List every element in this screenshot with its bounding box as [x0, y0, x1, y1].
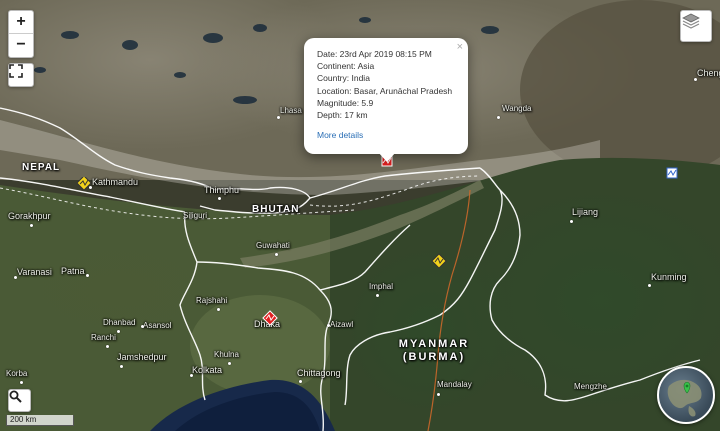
city-label-khulna: Khulna — [214, 350, 239, 359]
city-dot-rajshahi — [217, 308, 220, 311]
scale-bar: 200 km — [6, 415, 74, 426]
city-dot-patna — [86, 274, 89, 277]
popup-close-button[interactable]: × — [457, 41, 463, 53]
city-label-korba: Korba — [6, 369, 28, 378]
search-button[interactable] — [8, 389, 31, 412]
city-label-asansol: Asansol — [143, 321, 172, 330]
city-label-cheng: Cheng — [697, 68, 720, 78]
city-label-mengzhe: Mengzhe — [574, 382, 607, 391]
country-label-bhutan: BHUTAN — [252, 204, 300, 215]
city-label-varanasi: Varanasi — [17, 267, 52, 277]
city-dot-chittagong — [299, 380, 302, 383]
minimap-globe[interactable] — [657, 366, 715, 424]
search-icon — [9, 390, 22, 403]
city-label-lhasa: Lhasa — [280, 106, 302, 115]
city-dot-gorakhpur — [30, 224, 33, 227]
city-dot-guwahati — [275, 253, 278, 256]
city-label-wangda: Wangda — [502, 104, 532, 113]
earthquake-marker-dhaka[interactable] — [262, 310, 278, 326]
globe-icon — [667, 379, 702, 417]
city-dot-lhasa — [277, 116, 280, 119]
city-label-aizawl: Aizawl — [330, 320, 354, 329]
country-label-myanmar: MYANMAR (BURMA) — [396, 338, 472, 364]
earthquake-marker-myanmar[interactable] — [431, 253, 447, 269]
city-label-dhanbad: Dhanbad — [103, 318, 136, 327]
city-label-mandalay: Mandalay — [437, 380, 472, 389]
country-label-myanmar-line1: MYANMAR — [398, 338, 470, 350]
city-dot-wangda — [497, 116, 500, 119]
city-label-kathmandu: Kathmandu — [92, 177, 139, 187]
city-label-chittagong: Chittagong — [297, 368, 341, 378]
city-label-imphal: Imphal — [369, 282, 394, 291]
layers-icon — [682, 13, 700, 29]
fullscreen-button[interactable] — [8, 63, 34, 87]
popup-location: Location: Basar, Arunāchal Pradesh — [317, 85, 453, 96]
country-label-myanmar-line2: (BURMA) — [402, 351, 466, 363]
city-dot-khulna — [228, 362, 231, 365]
city-dot-varanasi — [14, 276, 17, 279]
city-label-guwahati: Guwahati — [256, 241, 290, 250]
city-label-lijiang: Lijiang — [572, 207, 599, 217]
popup-magnitude: Magnitude: 5.9 — [317, 97, 374, 108]
city-dot-dhanbad — [117, 330, 120, 333]
city-label-gorakhpur: Gorakhpur — [8, 211, 51, 221]
satellite-map[interactable]: NEPAL BHUTAN MYANMAR (BURMA) Kathmandu T… — [0, 0, 720, 431]
earthquake-marker-east[interactable] — [666, 167, 678, 179]
popup-body: Date: 23rd Apr 2019 08:15 PM Continent: … — [317, 48, 452, 141]
city-dot-jamshedpur — [120, 365, 123, 368]
fullscreen-icon — [9, 64, 23, 78]
city-dot-ranchi — [106, 345, 109, 348]
city-dot-aizawl — [327, 324, 330, 327]
layers-button[interactable] — [680, 10, 712, 42]
city-label-kolkata: Kolkata — [192, 365, 223, 375]
city-dot-thimphu — [218, 197, 221, 200]
city-dot-korba — [20, 381, 23, 384]
popup-date: Date: 23rd Apr 2019 08:15 PM — [317, 49, 432, 59]
country-label-nepal: NEPAL — [22, 162, 61, 173]
city-dot-cheng — [694, 78, 697, 81]
zoom-in-button[interactable]: + — [9, 11, 33, 33]
city-dot-kunming — [648, 284, 651, 287]
popup-continent: Continent: Asia — [317, 61, 375, 72]
city-label-thimphu: Thimphu — [204, 185, 240, 195]
city-label-jamshedpur: Jamshedpur — [117, 352, 167, 362]
city-label-patna: Patna — [61, 266, 85, 276]
city-label-siliguri: Siliguri — [183, 211, 208, 220]
popup-country: Country: India — [317, 73, 370, 84]
zoom-control: + − — [8, 10, 34, 58]
popup-tip — [378, 152, 396, 162]
city-label-kunming: Kunming — [651, 272, 687, 282]
city-label-ranchi: Ranchi — [91, 333, 116, 342]
zoom-out-button[interactable]: − — [9, 34, 33, 56]
city-label-rajshahi: Rajshahi — [196, 296, 228, 305]
city-dot-kolkata — [190, 374, 193, 377]
city-dot-mandalay — [437, 393, 440, 396]
popup-depth: Depth: 17 km — [317, 110, 368, 121]
city-dot-imphal — [376, 294, 379, 297]
earthquake-popup: × Date: 23rd Apr 2019 08:15 PM Continent… — [304, 38, 468, 162]
earthquake-marker-kathmandu[interactable] — [77, 177, 95, 191]
city-dot-lijiang — [570, 220, 573, 223]
more-details-link[interactable]: More details — [317, 129, 452, 141]
city-dot-asansol — [141, 325, 144, 328]
